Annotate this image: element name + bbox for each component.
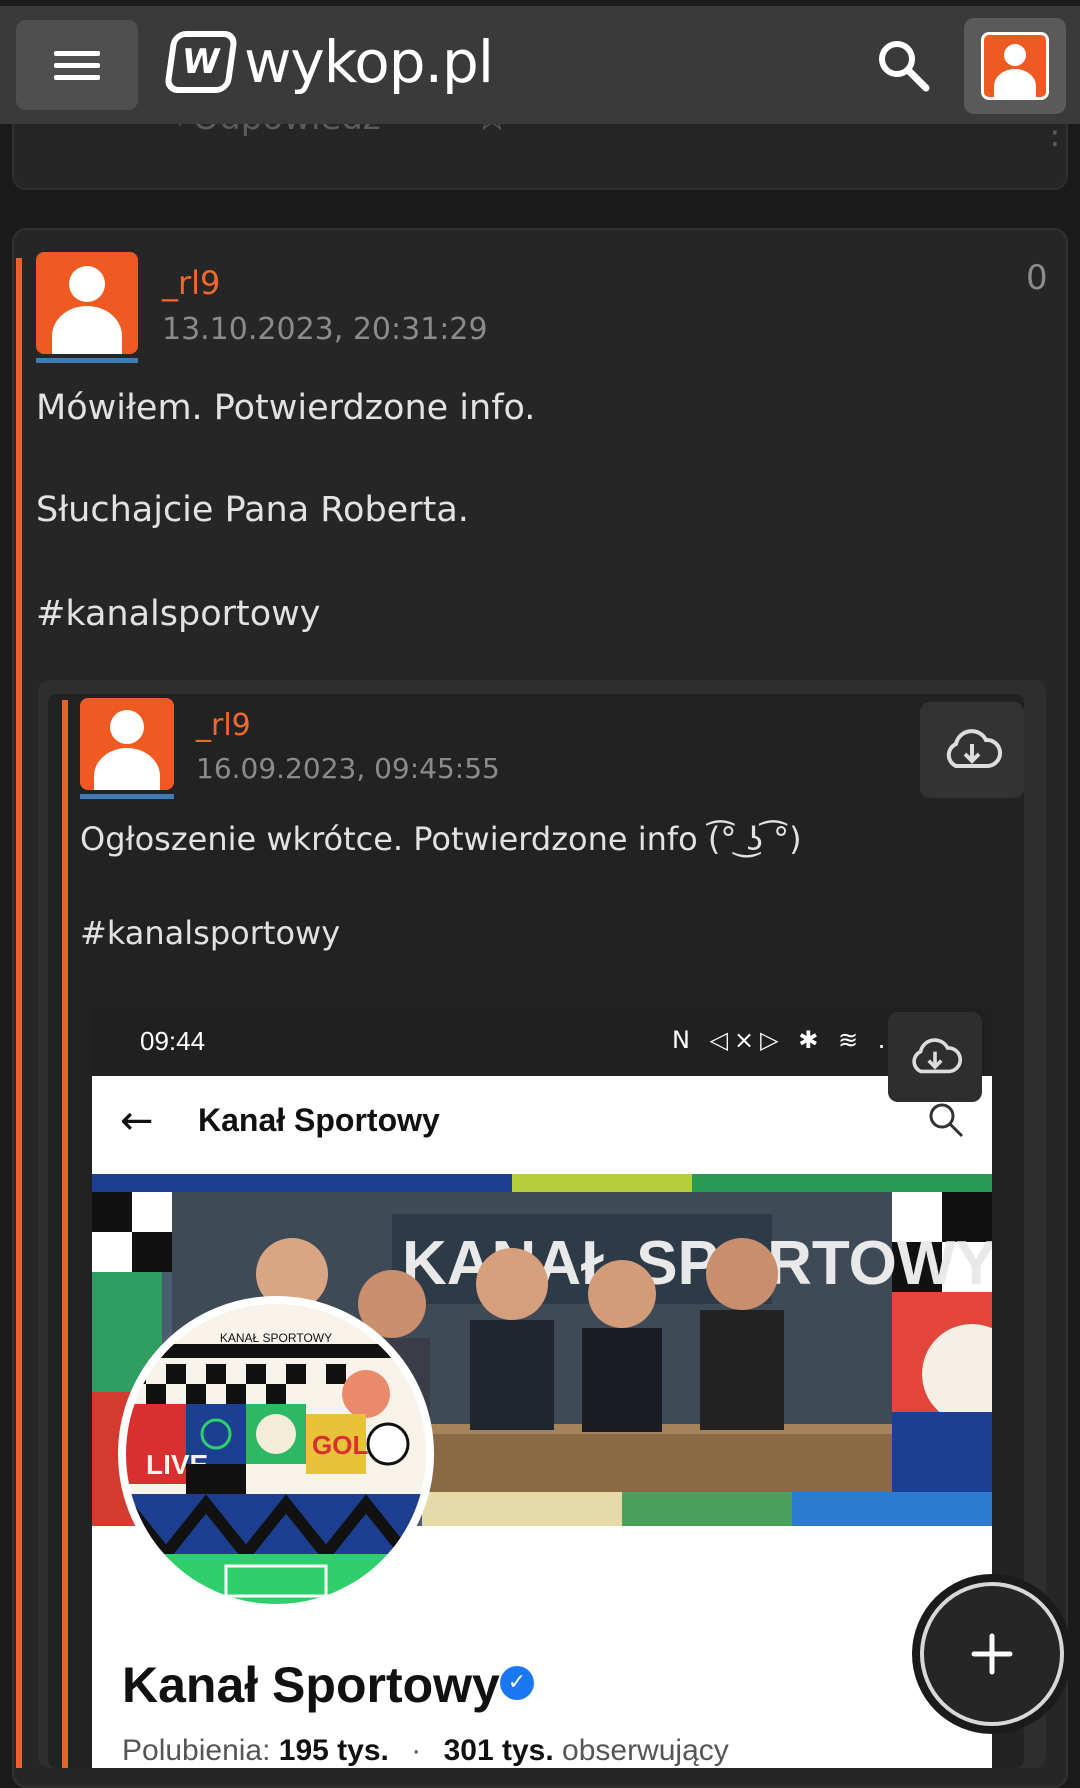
post-line-2: Słuchajcie Pana Roberta. xyxy=(36,490,469,530)
quoted-author-avatar[interactable] xyxy=(80,698,174,790)
hamburger-icon xyxy=(54,44,100,87)
profile-logo-image: KANAŁ SPORTOWY GOL LIVE xyxy=(118,1296,434,1612)
site-logo[interactable]: W wykop.pl xyxy=(163,28,494,96)
download-button[interactable] xyxy=(920,702,1024,798)
user-avatar-icon xyxy=(981,32,1049,100)
back-arrow-icon: ← xyxy=(120,1098,154,1144)
logo-badge-text: KANAŁ SPORTOWY xyxy=(220,1331,332,1345)
quoted-avatar-underline xyxy=(80,794,174,799)
quoted-username[interactable]: _rl9 xyxy=(196,708,251,743)
image-download-button[interactable] xyxy=(888,1012,982,1102)
menu-button[interactable] xyxy=(16,20,138,110)
cloud-download-icon xyxy=(946,729,1002,768)
quoted-thread-indicator xyxy=(62,700,68,1768)
post-line-1: Mówiłem. Potwierdzone info. xyxy=(36,388,536,428)
wykop-logo-icon: W xyxy=(163,31,239,93)
thread-indicator xyxy=(16,258,22,1768)
screenshot-search-icon xyxy=(926,1100,966,1144)
embedded-screenshot-image[interactable]: 09:44 N ◁×▷ ✱ ≋ .ıl .ıl ← Kanał Sportowy… xyxy=(92,1006,992,1768)
cloud-download-icon xyxy=(912,1038,962,1074)
post-hashtag[interactable]: #kanalsportowy xyxy=(36,594,321,634)
add-post-fab[interactable] xyxy=(920,1582,1064,1726)
user-avatar-button[interactable] xyxy=(964,18,1066,114)
plus-icon xyxy=(971,1633,1013,1675)
quoted-hashtag[interactable]: #kanalsportowy xyxy=(80,914,340,952)
post-score: 0 xyxy=(1026,258,1048,298)
top-navigation-bar: W wykop.pl xyxy=(0,6,1080,124)
phone-status-bar: 09:44 N ◁×▷ ✱ ≋ .ıl .ıl xyxy=(92,1006,992,1076)
logo-text: wykop.pl xyxy=(244,28,494,96)
avatar-underline xyxy=(36,358,138,363)
screenshot-page-title: Kanał Sportowy xyxy=(198,1102,440,1138)
screenshot-page-name: Kanał Sportowy xyxy=(122,1657,500,1713)
screenshot-stats: Polubienia: 195 tys. · 301 tys. obserwuj… xyxy=(122,1734,729,1767)
quoted-date: 16.09.2023, 09:45:55 xyxy=(196,752,500,785)
post-author-avatar[interactable] xyxy=(36,252,138,354)
logo-gol-text: GOL xyxy=(312,1430,368,1460)
verified-badge-icon: ✓ xyxy=(500,1666,534,1700)
quoted-line-1: Ogłoszenie wkrótce. Potwierdzone info (͡… xyxy=(80,820,802,858)
phone-time: 09:44 xyxy=(140,1026,206,1056)
post-date: 13.10.2023, 20:31:29 xyxy=(162,312,488,347)
search-button[interactable] xyxy=(872,34,936,98)
post-username[interactable]: _rl9 xyxy=(162,264,220,302)
search-icon xyxy=(879,41,930,92)
